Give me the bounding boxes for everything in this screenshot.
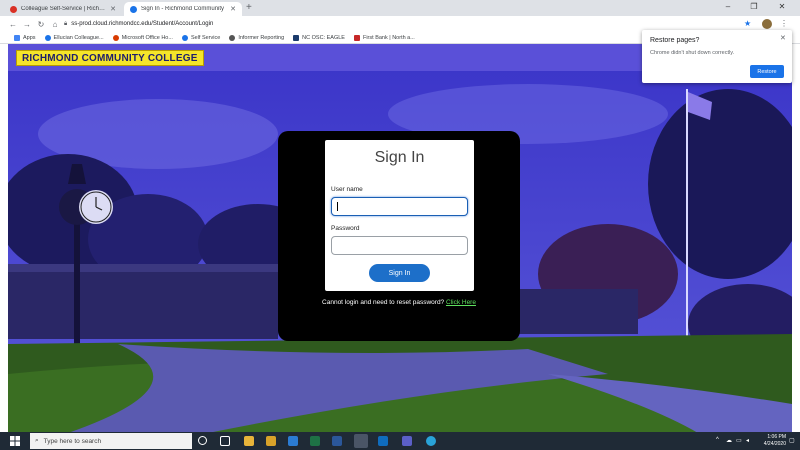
reset-password-text: Cannot login and need to reset password?… (278, 299, 520, 306)
nc-osc-icon (293, 34, 300, 41)
sign-in-button[interactable]: Sign In (369, 264, 430, 282)
volume-icon[interactable]: ◂ (746, 437, 749, 444)
college-logo[interactable]: RICHMOND COMMUNITY COLLEGE (16, 50, 204, 66)
tab-label: Sign In - Richmond Community (141, 6, 225, 12)
tab-close-icon[interactable]: ✕ (110, 5, 116, 13)
bookmark-apps[interactable]: Apps (14, 34, 36, 41)
tab-favicon-icon (10, 5, 17, 13)
tab-label: Colleague Self-Service | Richmon (21, 6, 107, 12)
task-view-icon[interactable] (220, 436, 230, 446)
reset-password-prompt: Cannot login and need to reset password? (322, 299, 446, 306)
search-placeholder: Type here to search (43, 437, 102, 445)
tab-favicon-icon (130, 5, 137, 13)
bookmark-label: Microsoft Office Ho... (121, 34, 173, 41)
self-service-icon (181, 34, 188, 41)
word-icon[interactable] (332, 436, 342, 446)
forward-icon[interactable]: → (20, 20, 34, 29)
screen: Colleague Self-Service | Richmon ✕ Sign … (0, 0, 800, 450)
bookmark-label: Ellucian Colleague... (53, 34, 104, 41)
password-label: Password (331, 225, 360, 232)
bookmark-label: First Bank | North a... (362, 34, 415, 41)
bookmark-first-bank[interactable]: First Bank | North a... (353, 34, 415, 41)
text-caret (337, 202, 338, 211)
username-label: User name (331, 186, 363, 193)
tab-close-icon[interactable]: ✕ (230, 5, 236, 13)
notifications-icon[interactable]: ▢ (789, 437, 795, 444)
bookmark-label: Apps (23, 34, 36, 41)
bookmark-informer[interactable]: Informer Reporting (229, 34, 285, 41)
excel-icon[interactable] (310, 436, 320, 446)
chrome-icon[interactable] (354, 434, 368, 448)
bookmark-label: Informer Reporting (238, 34, 285, 41)
teams-icon[interactable] (402, 436, 412, 446)
address-bar[interactable]: 🔒︎ ss-prod.cloud.richmondcc.edu/Student/… (64, 18, 754, 30)
bookmark-label: NC OSC: EAGLE (302, 34, 345, 41)
maximize-icon[interactable]: ❐ (744, 2, 764, 11)
sign-in-card: Sign In User name Password Sign In (325, 140, 474, 291)
office-icon (112, 34, 119, 41)
back-icon[interactable]: ← (6, 20, 20, 29)
profile-avatar[interactable] (762, 19, 772, 29)
close-window-icon[interactable]: ✕ (772, 2, 792, 11)
home-icon[interactable]: ⌂ (48, 20, 62, 29)
password-input[interactable] (331, 236, 468, 255)
menu-kebab-icon[interactable]: ⋮ (780, 19, 788, 28)
taskbar-search-box[interactable]: ⌕ Type here to search (30, 433, 192, 449)
clock-time: 1:06 PM (767, 434, 786, 440)
restore-dialog-title: Restore pages? (650, 37, 700, 44)
outlook-icon[interactable] (378, 436, 388, 446)
restore-dialog-message: Chrome didn't shut down correctly. (650, 50, 735, 56)
bookmark-ellucian[interactable]: Ellucian Colleague... (44, 34, 104, 41)
url-text: ss-prod.cloud.richmondcc.edu/Student/Acc… (71, 21, 214, 27)
reset-password-link[interactable]: Click Here (446, 299, 476, 306)
network-icon[interactable]: ▭ (736, 437, 742, 444)
clock-date: 4/24/2020 (763, 441, 786, 447)
onedrive-icon[interactable]: ☁ (726, 437, 732, 444)
first-bank-icon (353, 34, 360, 41)
bookmark-microsoft-office[interactable]: Microsoft Office Ho... (112, 34, 173, 41)
search-icon: ⌕ (35, 437, 39, 444)
lock-icon: 🔒︎ (64, 20, 68, 27)
mail-icon[interactable] (288, 436, 298, 446)
bookmark-label: Self Service (190, 34, 221, 41)
reload-icon[interactable]: ↻ (34, 20, 48, 29)
new-tab-icon[interactable]: + (246, 3, 252, 13)
username-input[interactable] (331, 197, 468, 216)
tab-colleague-self-service[interactable]: Colleague Self-Service | Richmon ✕ (4, 2, 122, 16)
taskbar-clock[interactable]: 1:06 PM 4/24/2020 (758, 434, 786, 448)
tray-chevron-icon[interactable]: ^ (716, 437, 719, 443)
cortana-icon[interactable] (198, 436, 207, 445)
restore-pages-dialog: Restore pages? ✕ Chrome didn't shut down… (642, 30, 792, 83)
apps-grid-icon (14, 34, 20, 41)
sign-in-title: Sign In (374, 149, 425, 166)
close-icon[interactable]: ✕ (780, 34, 786, 42)
browser-tab-strip: Colleague Self-Service | Richmon ✕ Sign … (0, 0, 800, 16)
web-page: RICHMOND COMMUNITY COLLEGE Sign In User … (8, 44, 792, 433)
windows-start-icon[interactable] (10, 436, 20, 446)
store-icon[interactable] (266, 436, 276, 446)
tab-sign-in[interactable]: Sign In - Richmond Community ✕ (124, 2, 242, 16)
file-explorer-icon[interactable] (244, 436, 254, 446)
bookmark-nc-osc[interactable]: NC OSC: EAGLE (293, 34, 345, 41)
bookmark-star-icon[interactable]: ★ (744, 19, 751, 28)
ellucian-icon (44, 34, 51, 41)
skype-icon[interactable] (426, 436, 436, 446)
globe-icon (229, 34, 236, 41)
restore-button[interactable]: Restore (750, 65, 784, 78)
minimize-icon[interactable]: – (718, 2, 738, 11)
windows-taskbar: ⌕ Type here to search ^ ☁ ▭ ◂ 1:06 PM 4/… (0, 432, 800, 450)
bookmark-self-service[interactable]: Self Service (181, 34, 221, 41)
